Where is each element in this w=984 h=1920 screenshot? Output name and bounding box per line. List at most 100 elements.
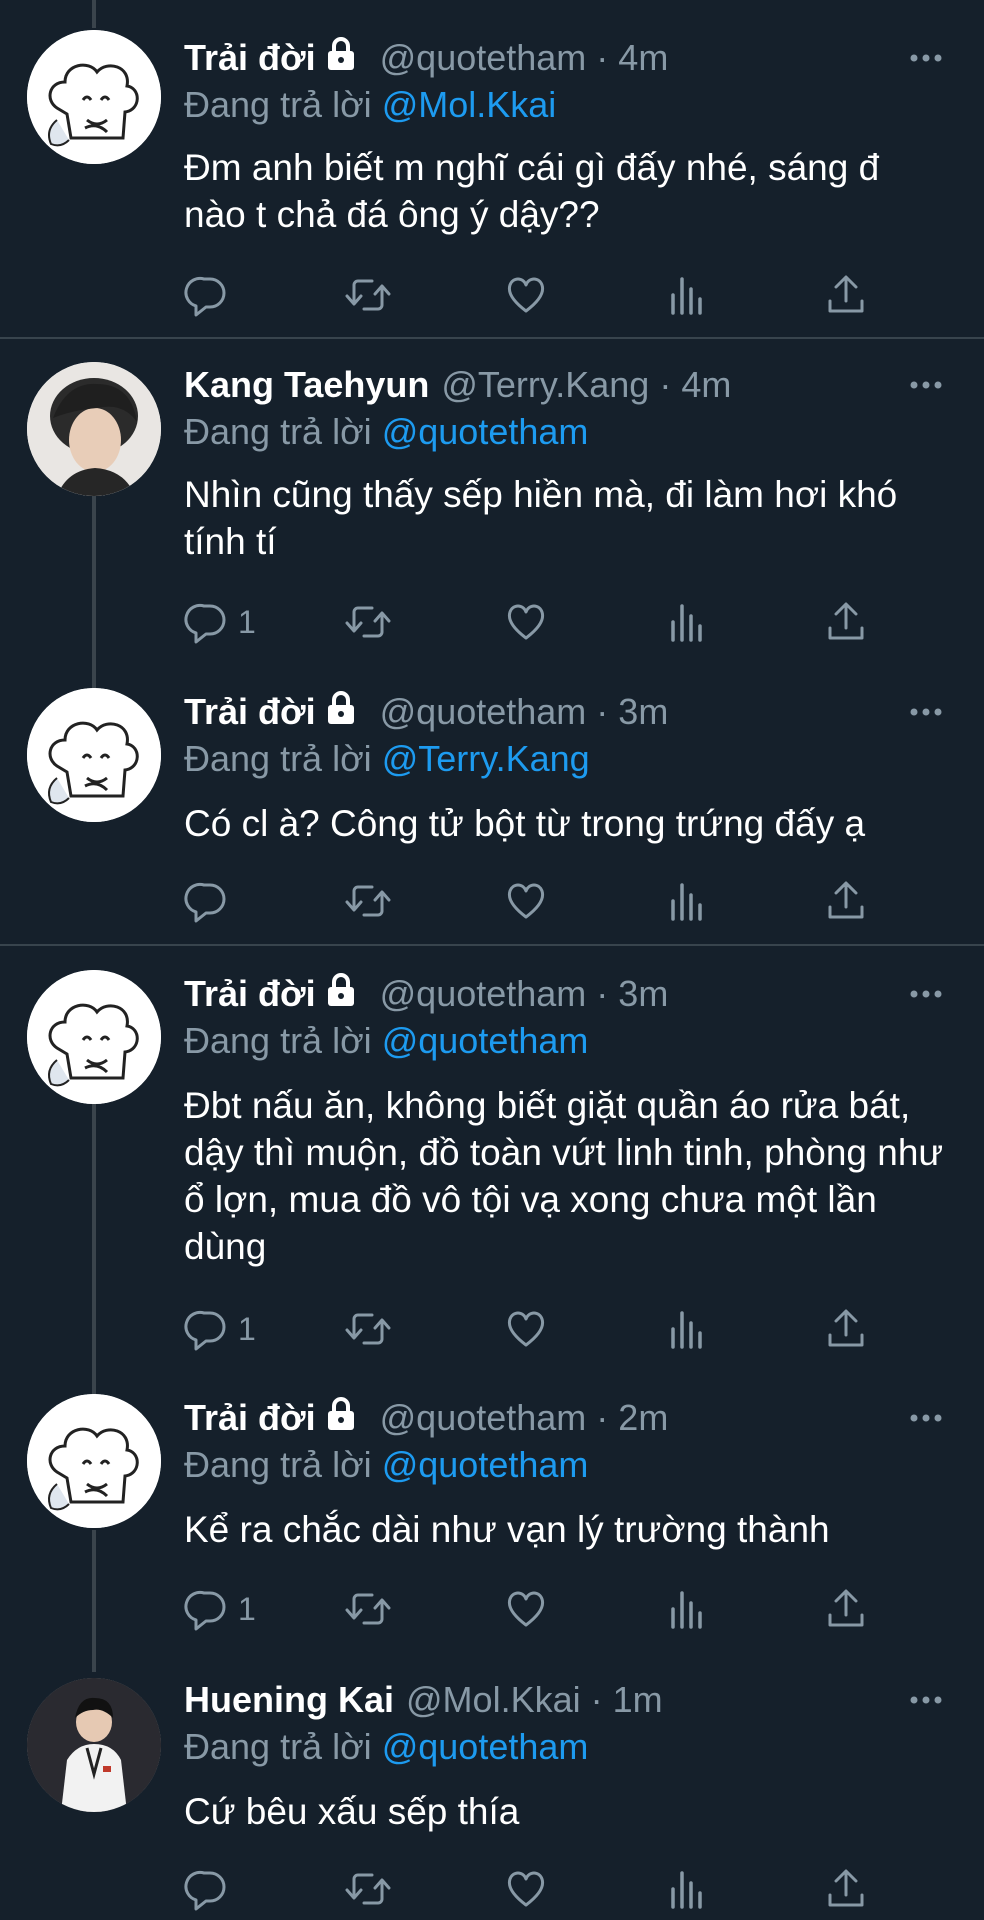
avatar[interactable] xyxy=(27,688,161,822)
tweet[interactable]: Trải đời @quotetham · 3m Đang trả lời @q… xyxy=(0,946,984,1370)
retweet-icon xyxy=(345,885,391,917)
share-button[interactable] xyxy=(824,876,868,926)
reply-icon xyxy=(184,603,226,644)
analytics-button[interactable] xyxy=(664,597,708,647)
reply-button[interactable]: 1 xyxy=(184,1584,256,1634)
display-name[interactable]: Trải đời xyxy=(184,1397,316,1439)
retweet-button[interactable] xyxy=(344,1584,392,1634)
handle[interactable]: @quotetham xyxy=(380,37,587,79)
timestamp[interactable]: 3m xyxy=(618,691,668,733)
retweet-button[interactable] xyxy=(344,1304,392,1354)
tweet[interactable]: Trải đời @quotetham · 3m Đang trả lời @T… xyxy=(0,664,984,944)
tweet[interactable]: Huening Kai @Mol.Kkai · 1m Đang trả lời … xyxy=(0,1650,984,1920)
replying-to: Đang trả lời @quotetham xyxy=(184,1020,588,1062)
avatar[interactable] xyxy=(27,970,161,1104)
share-icon xyxy=(828,1309,864,1347)
tweet-header: Trải đời @quotetham · 3m xyxy=(184,688,668,736)
mention-link[interactable]: @Mol.Kkai xyxy=(382,84,557,125)
avatar[interactable] xyxy=(27,1394,161,1528)
heart-icon xyxy=(507,1871,545,1907)
tweet[interactable]: Trải đời @quotetham · 2m Đang trả lời @q… xyxy=(0,1370,984,1650)
reply-icon xyxy=(184,1310,226,1351)
handle[interactable]: @Mol.Kkai xyxy=(406,1679,581,1721)
like-button[interactable] xyxy=(504,597,548,647)
analytics-button[interactable] xyxy=(664,1304,708,1354)
mention-link[interactable]: @quotetham xyxy=(382,1020,589,1061)
reply-button[interactable] xyxy=(184,270,238,320)
replying-to-label: Đang trả lời xyxy=(184,1020,372,1061)
analytics-icon xyxy=(671,604,702,642)
analytics-button[interactable] xyxy=(664,876,708,926)
retweet-button[interactable] xyxy=(344,270,392,320)
avatar[interactable] xyxy=(27,1678,161,1812)
handle[interactable]: @quotetham xyxy=(380,691,587,733)
share-button[interactable] xyxy=(824,1584,868,1634)
like-button[interactable] xyxy=(504,1864,548,1914)
analytics-button[interactable] xyxy=(664,270,708,320)
retweet-icon xyxy=(345,1593,391,1625)
share-button[interactable] xyxy=(824,597,868,647)
share-button[interactable] xyxy=(824,270,868,320)
display-name[interactable]: Trải đời xyxy=(184,37,316,79)
tweet[interactable]: Kang Taehyun @Terry.Kang · 4m Đang trả l… xyxy=(0,339,984,664)
share-icon xyxy=(828,881,864,919)
retweet-button[interactable] xyxy=(344,876,392,926)
display-name[interactable]: Trải đời xyxy=(184,973,316,1015)
like-button[interactable] xyxy=(504,1304,548,1354)
like-button[interactable] xyxy=(504,1584,548,1634)
mention-link[interactable]: @quotetham xyxy=(382,1444,589,1485)
like-button[interactable] xyxy=(504,876,548,926)
analytics-button[interactable] xyxy=(664,1584,708,1634)
more-icon[interactable] xyxy=(906,375,946,395)
replying-to-label: Đang trả lời xyxy=(184,84,372,125)
tweet[interactable]: Trải đời @quotetham · 4m Đang trả lời @M… xyxy=(0,0,984,337)
replying-to: Đang trả lời @quotetham xyxy=(184,411,588,453)
share-button[interactable] xyxy=(824,1864,868,1914)
timestamp[interactable]: 1m xyxy=(613,1679,663,1721)
separator-dot: · xyxy=(596,1397,609,1438)
avatar[interactable] xyxy=(27,30,161,164)
more-icon[interactable] xyxy=(906,1408,946,1428)
tweet-text: Kể ra chắc dài như vạn lý trường thành xyxy=(184,1509,830,1550)
more-icon[interactable] xyxy=(906,48,946,68)
replying-to: Đang trả lời @quotetham xyxy=(184,1726,588,1768)
share-button[interactable] xyxy=(824,1304,868,1354)
reply-button[interactable] xyxy=(184,876,238,926)
timestamp[interactable]: 4m xyxy=(681,364,731,406)
handle[interactable]: @quotetham xyxy=(380,973,587,1015)
avatar[interactable] xyxy=(27,362,161,496)
mention-link[interactable]: @quotetham xyxy=(382,411,589,452)
separator-dot: · xyxy=(590,1679,603,1720)
handle[interactable]: @Terry.Kang xyxy=(441,364,649,406)
more-icon[interactable] xyxy=(906,984,946,1004)
timestamp[interactable]: 4m xyxy=(618,37,668,79)
reply-button[interactable]: 1 xyxy=(184,597,256,647)
action-bar xyxy=(184,270,884,320)
replying-to-label: Đang trả lời xyxy=(184,738,372,779)
retweet-icon xyxy=(345,279,391,311)
retweet-button[interactable] xyxy=(344,597,392,647)
like-button[interactable] xyxy=(504,270,548,320)
mention-link[interactable]: @quotetham xyxy=(382,1726,589,1767)
display-name[interactable]: Trải đời xyxy=(184,691,316,733)
heart-icon xyxy=(507,1311,545,1347)
share-icon xyxy=(828,275,864,313)
separator-dot: · xyxy=(659,364,672,405)
reply-button[interactable] xyxy=(184,1864,238,1914)
mention-link[interactable]: @Terry.Kang xyxy=(382,738,590,779)
timestamp[interactable]: 2m xyxy=(618,1397,668,1439)
tweet-text: Đbt nấu ăn, không biết giặt quần áo rửa … xyxy=(184,1085,944,1267)
timestamp[interactable]: 3m xyxy=(618,973,668,1015)
share-icon xyxy=(828,1589,864,1627)
retweet-button[interactable] xyxy=(344,1864,392,1914)
analytics-button[interactable] xyxy=(664,1864,708,1914)
more-icon[interactable] xyxy=(906,1690,946,1710)
replying-to-label: Đang trả lời xyxy=(184,411,372,452)
reply-button[interactable]: 1 xyxy=(184,1304,256,1354)
display-name[interactable]: Huening Kai xyxy=(184,1679,394,1721)
more-icon[interactable] xyxy=(906,702,946,722)
handle[interactable]: @quotetham xyxy=(380,1397,587,1439)
analytics-icon xyxy=(671,1311,702,1349)
lock-icon xyxy=(326,36,356,80)
display-name[interactable]: Kang Taehyun xyxy=(184,364,429,406)
